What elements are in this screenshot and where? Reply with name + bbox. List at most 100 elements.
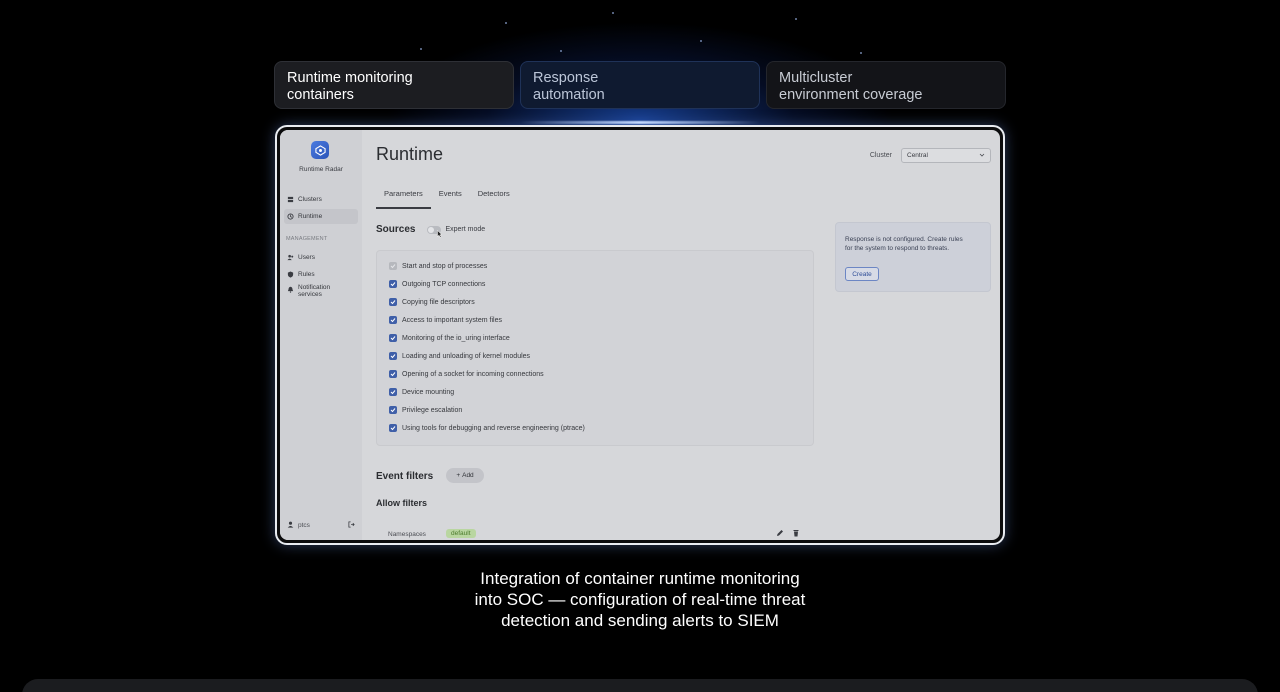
sidebar-item-label-line: services (298, 291, 322, 298)
star-dot (560, 50, 562, 52)
source-label: Opening of a socket for incoming connect… (402, 370, 544, 378)
sources-list: Start and stop of processes Outgoing TCP… (376, 250, 814, 446)
sources-title: Sources (376, 224, 416, 235)
feature-tab-label: environment coverage (779, 87, 923, 103)
runtime-icon (287, 213, 294, 220)
source-item: Opening of a socket for incoming connect… (389, 370, 544, 378)
create-button[interactable]: Create (845, 267, 879, 281)
star-dot (795, 18, 797, 20)
user-row: ptcs (287, 521, 355, 530)
cluster-label: Cluster (869, 152, 892, 159)
logout-icon[interactable] (348, 521, 355, 530)
star-dot (420, 48, 422, 50)
source-label: Loading and unloading of kernel modules (402, 352, 531, 360)
source-checkbox[interactable] (389, 280, 397, 288)
tab-events[interactable]: Events (431, 185, 470, 209)
source-item: Monitoring of the io_uring interface (389, 334, 510, 342)
page-tabs: Parameters Events Detectors (376, 185, 518, 209)
source-checkbox[interactable] (389, 334, 397, 342)
feature-tab-response-automation[interactable]: Response automation (520, 61, 760, 109)
source-checkbox[interactable] (389, 262, 397, 270)
caption-line: Integration of container runtime monitor… (480, 569, 800, 588)
star-dot (700, 40, 702, 42)
source-label: Copying file descriptors (402, 298, 475, 306)
filter-row-actions (776, 529, 800, 537)
tab-detectors[interactable]: Detectors (470, 185, 518, 209)
sidebar-item-notification-services[interactable]: Notification services (284, 284, 358, 304)
source-label: Device mounting (402, 388, 455, 396)
source-label: Start and stop of processes (402, 262, 488, 270)
source-label: Monitoring of the io_uring interface (402, 334, 510, 342)
bell-icon (287, 286, 294, 293)
allow-filters-title: Allow filters (376, 498, 428, 508)
feature-tab-label: automation (533, 87, 605, 103)
source-checkbox[interactable] (389, 370, 397, 378)
feature-tab-label: Runtime monitoring (287, 70, 413, 86)
star-dot (612, 12, 614, 14)
sidebar-item-label: Runtime (298, 213, 323, 220)
alert-text-line: for the system to respond to threats. (845, 245, 950, 252)
sidebar-item-clusters[interactable]: Clusters (284, 192, 358, 207)
cluster-select[interactable]: Central (901, 148, 991, 163)
tab-parameters[interactable]: Parameters (376, 185, 431, 209)
source-item: Start and stop of processes (389, 262, 487, 270)
source-checkbox[interactable] (389, 316, 397, 324)
sidebar-item-label: Notification services (298, 284, 330, 298)
sidebar-item-label: Rules (298, 271, 315, 278)
app-name: Runtime Radar (299, 166, 343, 173)
feature-tab-runtime-monitoring[interactable]: Runtime monitoring containers (274, 61, 514, 109)
cluster-select-value: Central (907, 152, 928, 159)
users-icon (287, 254, 294, 261)
feature-tab-label: Multicluster (779, 70, 853, 86)
source-checkbox[interactable] (389, 352, 397, 360)
page-title: Runtime (376, 144, 444, 164)
caption-line: into SOC — configuration of real-time th… (474, 590, 806, 609)
response-alert: Response is not configured. Create rules… (835, 222, 991, 292)
app-main: Runtime Cluster Central Parameters Event… (362, 130, 1000, 540)
source-label: Privilege escalation (402, 406, 463, 414)
user-icon (287, 521, 294, 530)
source-item: Privilege escalation (389, 406, 462, 414)
sources-header: Sources Expert mode (376, 224, 485, 235)
sidebar-item-users[interactable]: Users (284, 250, 358, 265)
sidebar-item-runtime[interactable]: Runtime (284, 209, 358, 224)
app-screen: Runtime Radar Clusters Runtime MANAGEMEN… (280, 130, 1000, 540)
glow-line (520, 121, 760, 124)
add-filter-button[interactable]: + Add (446, 468, 484, 483)
alert-text: Response is not configured. Create rules… (845, 235, 985, 253)
namespace-badge: default (446, 529, 476, 538)
app-screenshot-frame: Runtime Radar Clusters Runtime MANAGEMEN… (275, 125, 1005, 545)
star-dot (860, 52, 862, 54)
feature-tab-multicluster[interactable]: Multicluster environment coverage (766, 61, 1006, 109)
shield-icon (287, 271, 294, 278)
star-dot (505, 22, 507, 24)
trash-icon[interactable] (792, 529, 800, 537)
add-filter-label: Add (462, 472, 474, 479)
plus-icon: + (456, 472, 461, 479)
source-checkbox[interactable] (389, 406, 397, 414)
source-item: Loading and unloading of kernel modules (389, 352, 530, 360)
namespaces-label: Namespaces (388, 531, 426, 538)
feature-tab-label: containers (287, 87, 354, 103)
sidebar-item-label-line: Notification (298, 284, 331, 291)
source-checkbox[interactable] (389, 388, 397, 396)
alert-text-line: Response is not configured. Create rules (845, 236, 963, 243)
source-item: Outgoing TCP connections (389, 280, 485, 288)
sidebar-item-label: Users (298, 254, 315, 261)
feature-tab-label: Response (533, 70, 599, 86)
app-sidebar: Runtime Radar Clusters Runtime MANAGEMEN… (280, 130, 362, 540)
sidebar-section-label: MANAGEMENT (286, 236, 328, 242)
feature-tabs: Runtime monitoring containers Response a… (274, 61, 1006, 109)
chevron-down-icon (979, 152, 985, 160)
sidebar-item-rules[interactable]: Rules (284, 267, 358, 282)
app-logo-icon (311, 141, 329, 159)
sidebar-item-label: Clusters (298, 196, 322, 203)
bottom-panel (22, 679, 1258, 692)
source-checkbox[interactable] (389, 424, 397, 432)
event-filters-title: Event filters (376, 471, 434, 482)
source-item: Using tools for debugging and reverse en… (389, 424, 585, 432)
source-label: Using tools for debugging and reverse en… (402, 424, 585, 432)
source-checkbox[interactable] (389, 298, 397, 306)
source-label: Access to important system files (402, 316, 502, 324)
edit-icon[interactable] (776, 529, 784, 537)
